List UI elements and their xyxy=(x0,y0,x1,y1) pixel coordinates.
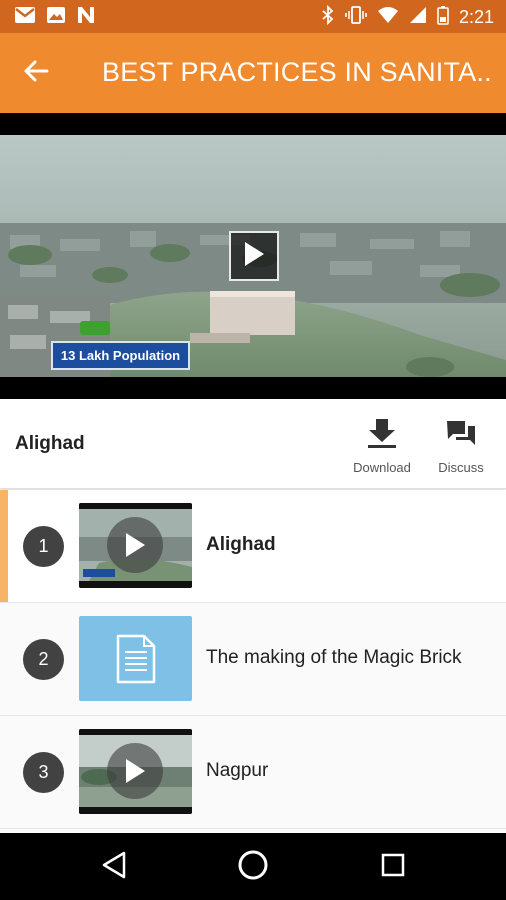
download-button[interactable]: Download xyxy=(349,417,415,475)
arrow-back-icon xyxy=(23,58,49,89)
discuss-button[interactable]: Discuss xyxy=(432,417,490,475)
download-label: Download xyxy=(353,460,411,475)
list-item[interactable]: 2 The making of the Magic Brick xyxy=(0,603,506,716)
gmail-icon xyxy=(14,6,36,29)
discuss-label: Discuss xyxy=(438,460,484,475)
item-title: Alighad xyxy=(206,534,276,555)
bluetooth-icon xyxy=(321,4,335,30)
download-icon xyxy=(365,417,399,454)
back-button[interactable] xyxy=(14,53,58,93)
system-nav-bar xyxy=(0,833,506,900)
item-number: 2 xyxy=(23,639,64,680)
now-playing-bar: Alighad Download Discuss xyxy=(0,399,506,489)
wifi-icon xyxy=(377,6,399,29)
n-app-icon xyxy=(76,6,96,29)
item-title: The making of the Magic Brick xyxy=(206,647,462,668)
page-title: BEST PRACTICES IN SANITA... xyxy=(102,57,492,87)
app-bar: BEST PRACTICES IN SANITA... xyxy=(0,33,506,113)
discuss-icon xyxy=(445,417,477,454)
item-number: 3 xyxy=(23,752,64,793)
home-nav-icon xyxy=(236,848,270,887)
video-thumbnail xyxy=(79,503,192,588)
nav-back-button[interactable] xyxy=(94,847,134,887)
back-nav-icon xyxy=(100,850,128,885)
vibrate-icon xyxy=(345,5,367,30)
thumbnail-play-icon xyxy=(107,517,163,573)
recents-nav-icon xyxy=(380,852,406,883)
now-playing-title: Alighad xyxy=(15,433,85,454)
image-icon xyxy=(46,6,66,29)
play-icon xyxy=(242,240,266,273)
video-thumbnail xyxy=(79,729,192,814)
thumbnail-play-icon xyxy=(107,743,163,799)
status-bar: 2:21 xyxy=(0,0,506,33)
document-thumbnail xyxy=(79,616,192,701)
item-title: Nagpur xyxy=(206,760,269,781)
play-button[interactable] xyxy=(229,231,279,281)
signal-icon xyxy=(409,6,427,29)
video-caption: 13 Lakh Population xyxy=(51,341,190,370)
item-number: 1 xyxy=(23,526,64,567)
battery-icon xyxy=(437,5,449,30)
nav-home-button[interactable] xyxy=(233,847,273,887)
document-icon xyxy=(116,634,156,689)
list-item[interactable]: 1 Alighad xyxy=(0,490,506,603)
nav-recents-button[interactable] xyxy=(373,847,413,887)
active-indicator xyxy=(0,490,8,602)
playlist: 1 Alighad 2 The making of the Magic Bric… xyxy=(0,490,506,829)
clock: 2:21 xyxy=(458,7,494,27)
list-item[interactable]: 3 Nagpur xyxy=(0,716,506,829)
